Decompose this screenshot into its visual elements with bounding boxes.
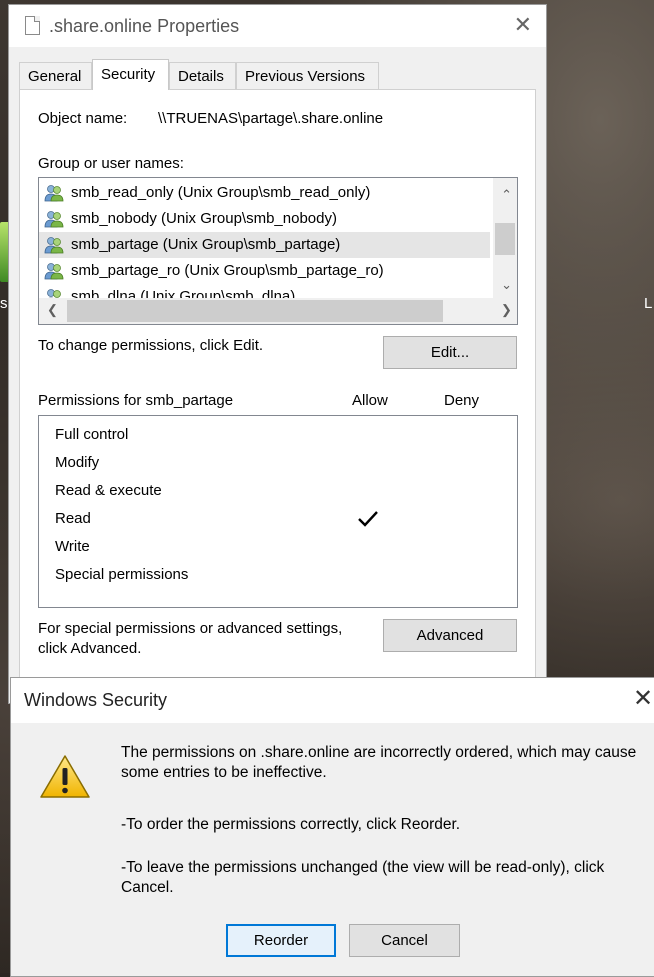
vertical-scrollbar[interactable]: ⌃ ⌄ bbox=[493, 178, 517, 298]
properties-titlebar[interactable]: .share.online Properties ✕ bbox=[9, 5, 546, 47]
user-group-icon bbox=[44, 211, 64, 228]
group-names-label: Group or user names: bbox=[38, 155, 184, 172]
security-titlebar[interactable]: Windows Security ✕ bbox=[11, 678, 654, 723]
group-name: smb_nobody (Unix Group\smb_nobody) bbox=[71, 210, 337, 227]
properties-window: .share.online Properties ✕ General Secur… bbox=[8, 4, 547, 704]
horizontal-scrollbar[interactable]: ❮ ❯ bbox=[39, 298, 517, 324]
properties-title: .share.online Properties bbox=[49, 16, 240, 36]
deny-column-header: Deny bbox=[444, 392, 480, 409]
special-permissions-text-line1: For special permissions or advanced sett… bbox=[38, 620, 343, 637]
permission-full-control: Full control bbox=[55, 426, 129, 443]
message-line-1: The permissions on .share.online are inc… bbox=[121, 744, 637, 761]
list-item[interactable]: smb_read_only (Unix Group\smb_read_only) bbox=[39, 180, 490, 206]
cancel-hint-line-1: -To leave the permissions unchanged (the… bbox=[121, 859, 605, 876]
scroll-up-icon[interactable]: ⌃ bbox=[501, 187, 512, 203]
desktop-icon-label-right: L bbox=[644, 295, 653, 312]
permission-read: Read bbox=[55, 510, 91, 527]
advanced-button[interactable]: Advanced bbox=[383, 619, 517, 652]
windows-security-dialog: Windows Security ✕ The permissions on .s… bbox=[10, 677, 654, 977]
group-name: smb_partage (Unix Group\smb_partage) bbox=[71, 236, 341, 253]
checkmark-icon bbox=[358, 511, 378, 527]
scroll-down-icon[interactable]: ⌄ bbox=[501, 277, 512, 293]
tab-general[interactable]: General bbox=[19, 62, 92, 89]
tab-security[interactable]: Security bbox=[92, 59, 169, 90]
security-dialog-title: Windows Security bbox=[24, 690, 168, 710]
list-item[interactable]: smb_nobody (Unix Group\smb_nobody) bbox=[39, 206, 490, 232]
group-name: smb_read_only (Unix Group\smb_read_only) bbox=[71, 184, 371, 201]
allow-column-header: Allow bbox=[352, 392, 388, 409]
edit-button[interactable]: Edit... bbox=[383, 336, 517, 369]
list-item-selected[interactable]: smb_partage (Unix Group\smb_partage) bbox=[39, 232, 490, 258]
object-name-value: \\TRUENAS\partage\.share.online bbox=[158, 110, 384, 127]
user-group-icon bbox=[44, 185, 64, 202]
permission-modify: Modify bbox=[55, 454, 100, 471]
tab-previous-versions[interactable]: Previous Versions bbox=[236, 62, 379, 89]
special-permissions-text-line2: click Advanced. bbox=[38, 640, 142, 657]
permission-write: Write bbox=[55, 538, 90, 555]
reorder-hint: -To order the permissions correctly, cli… bbox=[121, 816, 461, 833]
tab-details[interactable]: Details bbox=[169, 62, 236, 89]
vertical-scroll-thumb[interactable] bbox=[495, 223, 515, 255]
group-name: smb_partage_ro (Unix Group\smb_partage_r… bbox=[71, 262, 384, 279]
object-name-label: Object name: bbox=[38, 110, 128, 127]
user-group-icon bbox=[44, 263, 64, 280]
file-icon bbox=[25, 16, 40, 35]
permission-read-execute: Read & execute bbox=[55, 482, 162, 499]
scroll-left-icon[interactable]: ❮ bbox=[47, 302, 58, 318]
change-permissions-text: To change permissions, click Edit. bbox=[38, 337, 264, 354]
permissions-for-label: Permissions for smb_partage bbox=[38, 392, 234, 409]
warning-icon bbox=[40, 755, 90, 798]
permission-special: Special permissions bbox=[55, 566, 189, 583]
horizontal-scroll-thumb[interactable] bbox=[67, 300, 443, 322]
scroll-right-icon[interactable]: ❯ bbox=[501, 302, 512, 318]
close-icon[interactable]: ✕ bbox=[633, 687, 653, 711]
message-line-2: some entries to be ineffective. bbox=[121, 764, 327, 781]
permissions-list: Full control Modify Read & execute Read … bbox=[38, 415, 518, 608]
cancel-hint-line-2: Cancel. bbox=[121, 879, 174, 896]
user-group-icon bbox=[44, 237, 64, 254]
cancel-button[interactable]: Cancel bbox=[349, 924, 460, 957]
reorder-button[interactable]: Reorder bbox=[226, 924, 336, 957]
group-user-list[interactable]: smb_read_only (Unix Group\smb_read_only)… bbox=[38, 177, 518, 325]
close-icon[interactable]: ✕ bbox=[514, 13, 532, 37]
list-item[interactable]: smb_partage_ro (Unix Group\smb_partage_r… bbox=[39, 258, 490, 284]
